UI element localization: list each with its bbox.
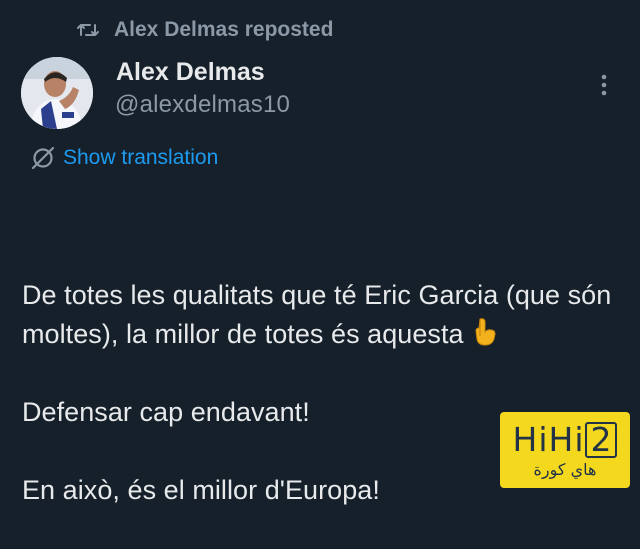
show-translation-label: Show translation	[63, 146, 219, 169]
repost-icon	[76, 18, 100, 42]
more-options-button[interactable]	[590, 70, 618, 100]
watermark-brand-number: 2	[585, 421, 618, 458]
show-translation-link[interactable]: Show translation	[30, 143, 218, 173]
avatar[interactable]	[21, 57, 93, 129]
tweet-spacer-1	[22, 354, 622, 393]
translate-icon	[30, 145, 56, 171]
author-name[interactable]: Alex Delmas	[116, 58, 265, 87]
watermark-brand: HiHi 2	[512, 419, 618, 459]
avatar-photo	[21, 57, 93, 129]
watermark-arabic-text: هاي كورة	[533, 459, 597, 479]
hihi2-watermark-logo: HiHi 2 هاي كورة	[500, 412, 630, 488]
pointing-down-emoji-icon	[471, 317, 499, 347]
author-handle[interactable]: @alexdelmas10	[115, 91, 290, 119]
repost-label: Alex Delmas reposted	[114, 18, 334, 41]
tweet-text-1: De totes les qualitats que té Eric Garci…	[22, 280, 619, 349]
repost-header[interactable]: Alex Delmas reposted	[76, 16, 333, 44]
more-vertical-icon	[601, 74, 607, 96]
tweet-paragraph-1: De totes les qualitats que té Eric Garci…	[22, 276, 622, 354]
tweet-body: De totes les qualitats que té Eric Garci…	[22, 198, 622, 549]
watermark-brand-text: HiHi	[512, 419, 585, 459]
